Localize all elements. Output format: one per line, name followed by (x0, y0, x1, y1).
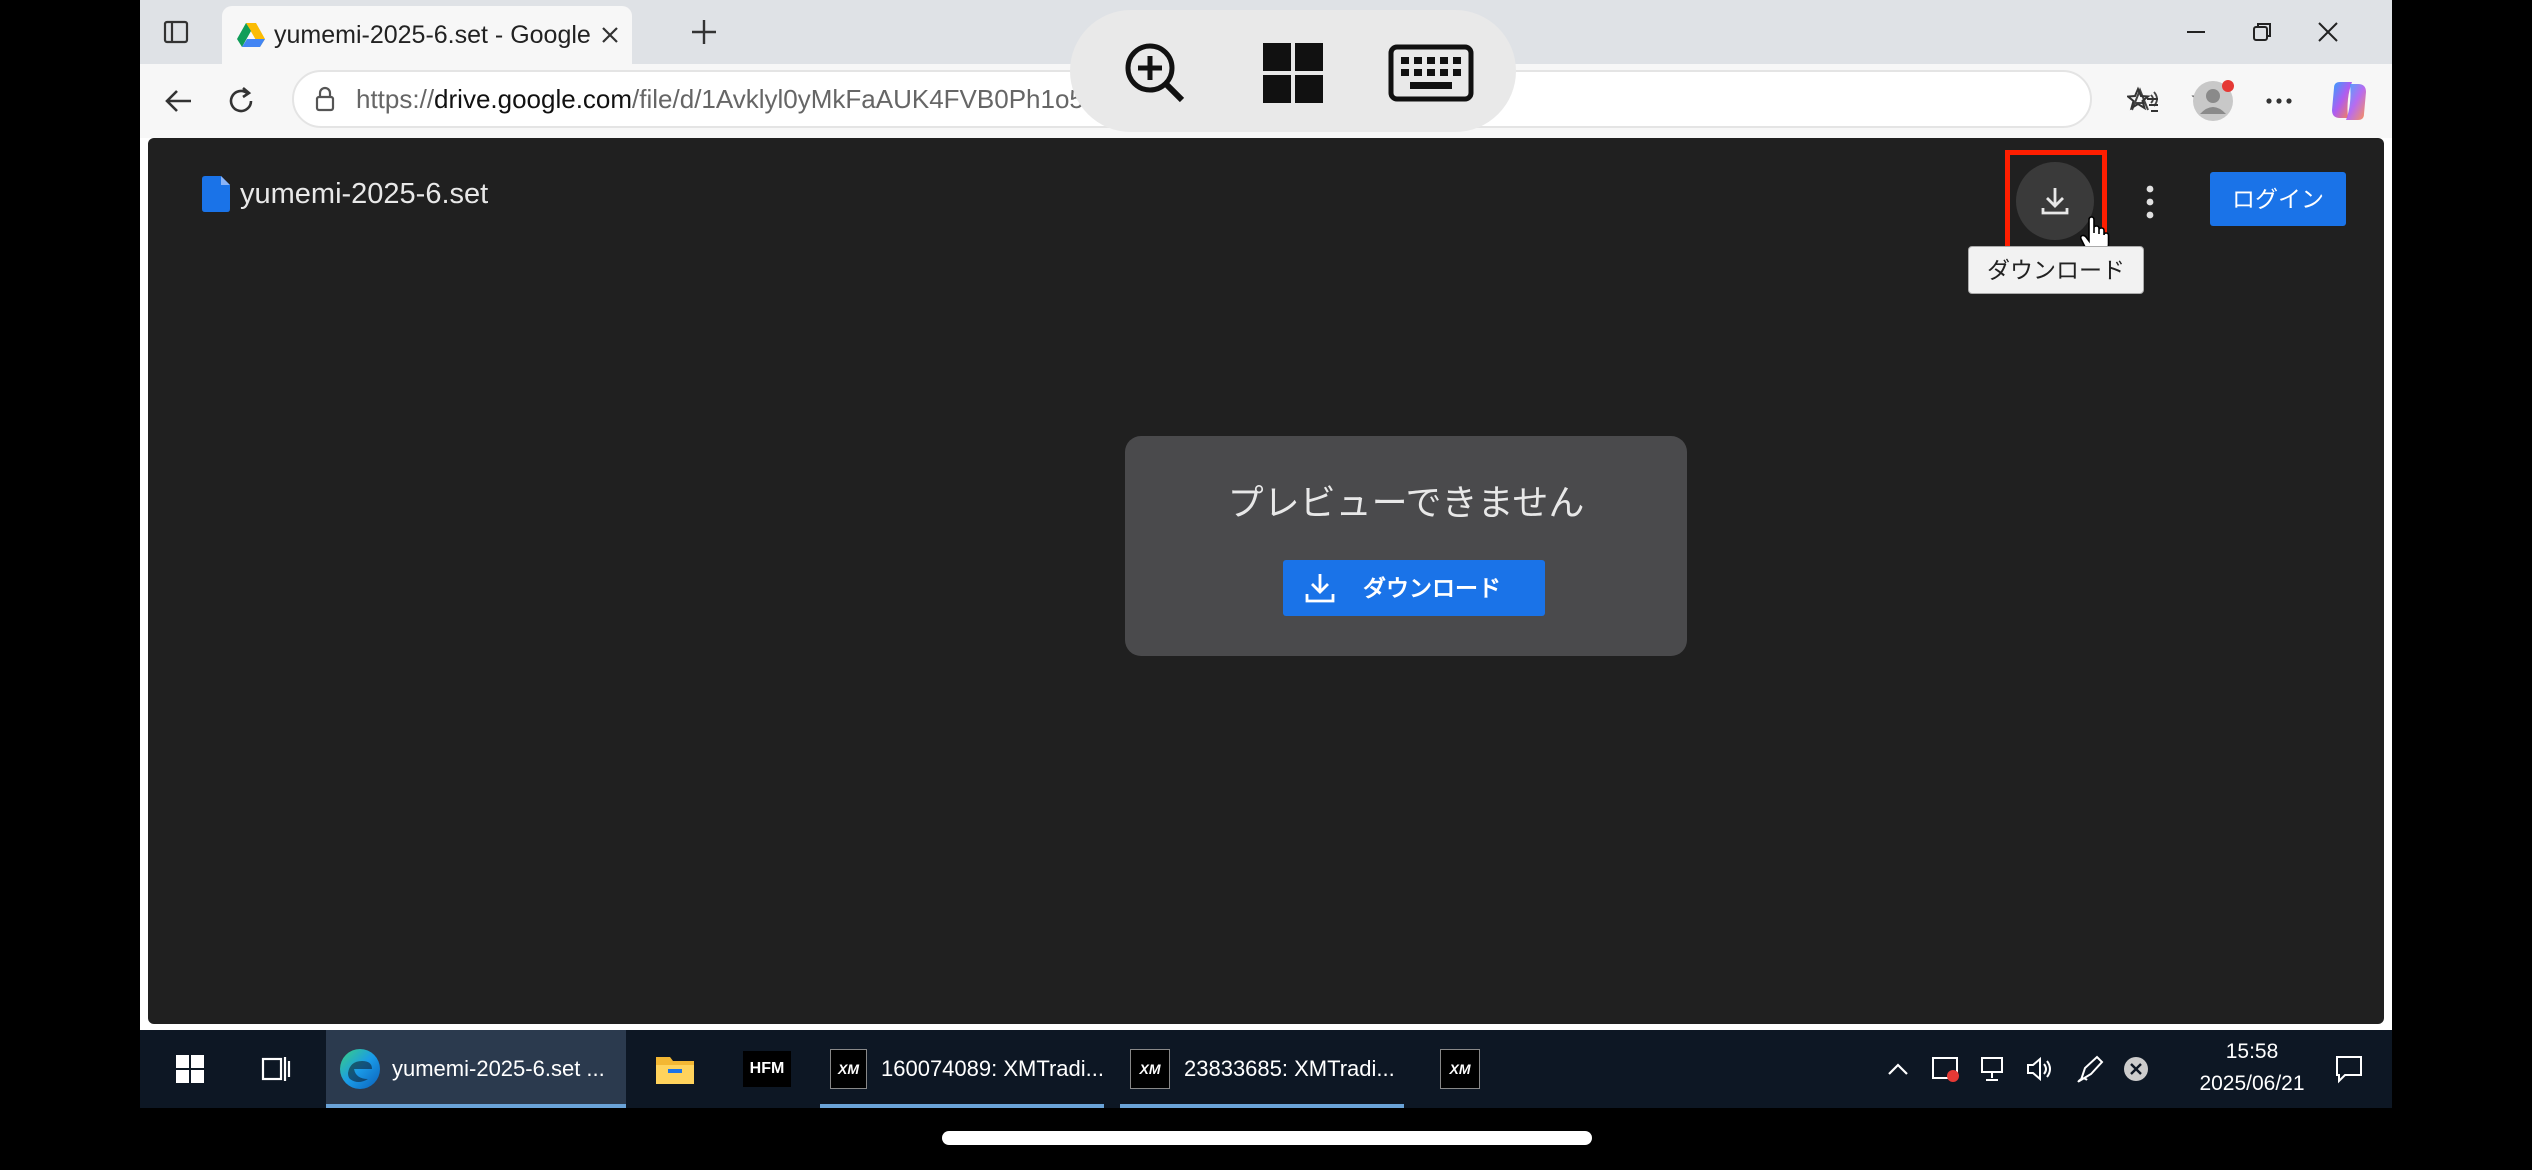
document-file-icon (202, 176, 230, 212)
new-tab-icon[interactable] (680, 8, 728, 56)
start-windows-icon[interactable] (164, 1030, 216, 1108)
xm-window-label-2: 23833685: XMTradi... (1184, 1056, 1395, 1081)
volume-icon[interactable] (2020, 1030, 2060, 1108)
security-status-icon[interactable] (1926, 1030, 1966, 1108)
pen-icon[interactable] (2070, 1030, 2110, 1108)
refresh-icon[interactable] (216, 76, 266, 126)
file-name: yumemi-2025-6.set (240, 178, 489, 210)
notification-icon[interactable] (2324, 1030, 2374, 1108)
taskbar-item-xm-3[interactable]: XM (1430, 1030, 1490, 1108)
xm-logo-icon: XM (1440, 1049, 1480, 1089)
network-icon[interactable] (1974, 1030, 2014, 1108)
restore-icon[interactable] (2236, 10, 2288, 54)
google-drive-icon (236, 20, 266, 50)
keyboard-icon[interactable] (1386, 38, 1476, 108)
download-tooltip: ダウンロード (1968, 246, 2144, 294)
remote-control-toolbar (1070, 10, 1516, 132)
windows-start-icon[interactable] (1258, 38, 1328, 108)
show-hidden-icons-chevron-icon[interactable] (1878, 1030, 1918, 1108)
lock-icon (310, 84, 340, 114)
edge-browser-icon (338, 1047, 382, 1091)
url-host: drive.google.com (434, 84, 633, 114)
windows-taskbar: yumemi-2025-6.set ... HFM XM 160074089: … (140, 1030, 2392, 1108)
download-button-label: ダウンロード (1363, 575, 1501, 601)
url-path: /file/d/1Avklyl0yMkFaAUK4FVB0Ph1o5 (632, 84, 1084, 114)
minimize-icon[interactable] (2170, 10, 2222, 54)
taskbar-item-hfm[interactable]: HFM (732, 1030, 802, 1108)
clock-time: 15:58 (2225, 1040, 2279, 1063)
more-options-icon[interactable] (2132, 172, 2168, 232)
copilot-icon[interactable] (2326, 78, 2372, 124)
xm-logo-icon: XM (1130, 1049, 1170, 1089)
taskbar-clock[interactable]: 15:58 2025/06/21 (2172, 1036, 2332, 1100)
url-prefix: https:// (356, 84, 435, 114)
close-window-icon[interactable] (2302, 10, 2354, 54)
tab-title: yumemi-2025-6.set - Google ドライブ (274, 21, 594, 49)
tab-actions-icon[interactable] (154, 10, 198, 54)
drive-viewer: yumemi-2025-6.set ダウンロード ログイン プレビューできません… (148, 138, 2384, 1024)
open-indicator (1120, 1104, 1404, 1108)
active-tab[interactable]: yumemi-2025-6.set - Google ドライブ (222, 6, 632, 64)
url-text: https://drive.google.com/file/d/1Avklyl0… (356, 72, 1084, 126)
open-indicator (820, 1104, 1104, 1108)
edge-window-label: yumemi-2025-6.set ... (392, 1056, 605, 1081)
download-icon (1303, 571, 1337, 605)
profile-avatar-icon[interactable] (2190, 78, 2236, 124)
taskbar-item-xm-1[interactable]: XM 160074089: XMTradi... (820, 1030, 1104, 1108)
error-status-icon[interactable] (2116, 1030, 2156, 1108)
file-explorer-icon[interactable] (640, 1030, 710, 1108)
task-view-icon[interactable] (250, 1030, 302, 1108)
more-menu-icon[interactable] (2256, 78, 2302, 124)
xm-window-label-1: 160074089: XMTradi... (881, 1056, 1104, 1081)
active-indicator (326, 1104, 626, 1108)
no-preview-message: プレビューできません (1227, 482, 1585, 523)
download-button[interactable]: ダウンロード (1283, 560, 1545, 616)
login-button[interactable]: ログイン (2210, 172, 2346, 226)
no-preview-dialog: プレビューできません ダウンロード (1125, 436, 1687, 656)
taskbar-item-xm-2[interactable]: XM 23833685: XMTradi... (1120, 1030, 1404, 1108)
back-icon[interactable] (154, 76, 204, 126)
hfm-logo: HFM (743, 1051, 791, 1087)
clock-date: 2025/06/21 (2199, 1072, 2305, 1095)
favorites-icon[interactable] (2120, 78, 2166, 124)
browser-window: yumemi-2025-6.set - Google ドライブ (140, 0, 2392, 1108)
close-tab-icon[interactable] (592, 16, 628, 54)
taskbar-item-edge[interactable]: yumemi-2025-6.set ... (326, 1030, 626, 1108)
xm-logo-icon: XM (830, 1049, 867, 1089)
zoom-in-icon[interactable] (1120, 38, 1190, 108)
home-indicator[interactable] (942, 1131, 1592, 1145)
